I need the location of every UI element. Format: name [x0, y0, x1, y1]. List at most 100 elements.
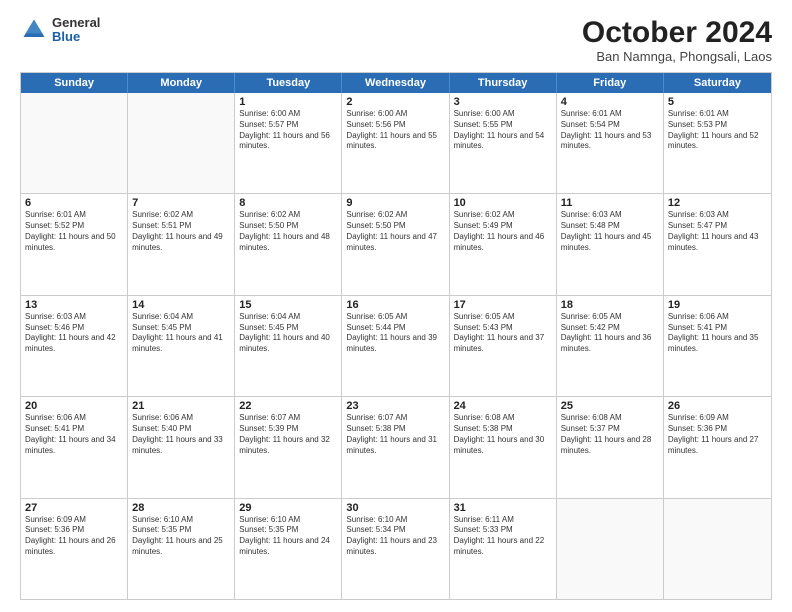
cell-info: Sunrise: 6:03 AM Sunset: 5:46 PM Dayligh… — [25, 312, 123, 355]
day-number: 3 — [454, 96, 552, 108]
cell-info: Sunrise: 6:03 AM Sunset: 5:48 PM Dayligh… — [561, 210, 659, 253]
day-number: 10 — [454, 197, 552, 209]
cal-cell: 20Sunrise: 6:06 AM Sunset: 5:41 PM Dayli… — [21, 397, 128, 497]
cal-cell: 7Sunrise: 6:02 AM Sunset: 5:51 PM Daylig… — [128, 194, 235, 294]
day-number: 15 — [239, 299, 337, 311]
calendar-body: 1Sunrise: 6:00 AM Sunset: 5:57 PM Daylig… — [21, 93, 771, 599]
cal-cell: 27Sunrise: 6:09 AM Sunset: 5:36 PM Dayli… — [21, 499, 128, 599]
cell-info: Sunrise: 6:09 AM Sunset: 5:36 PM Dayligh… — [668, 413, 767, 456]
day-number: 23 — [346, 400, 444, 412]
cell-info: Sunrise: 6:05 AM Sunset: 5:43 PM Dayligh… — [454, 312, 552, 355]
day-number: 17 — [454, 299, 552, 311]
calendar-header: SundayMondayTuesdayWednesdayThursdayFrid… — [21, 73, 771, 93]
header-day-friday: Friday — [557, 73, 664, 93]
cal-cell: 13Sunrise: 6:03 AM Sunset: 5:46 PM Dayli… — [21, 296, 128, 396]
header-day-thursday: Thursday — [450, 73, 557, 93]
cell-info: Sunrise: 6:10 AM Sunset: 5:35 PM Dayligh… — [132, 515, 230, 558]
cal-cell: 19Sunrise: 6:06 AM Sunset: 5:41 PM Dayli… — [664, 296, 771, 396]
cal-cell: 31Sunrise: 6:11 AM Sunset: 5:33 PM Dayli… — [450, 499, 557, 599]
cell-info: Sunrise: 6:00 AM Sunset: 5:56 PM Dayligh… — [346, 109, 444, 152]
cal-cell: 11Sunrise: 6:03 AM Sunset: 5:48 PM Dayli… — [557, 194, 664, 294]
logo-text: General Blue — [52, 16, 100, 45]
day-number: 2 — [346, 96, 444, 108]
day-number: 31 — [454, 502, 552, 514]
day-number: 5 — [668, 96, 767, 108]
logo: General Blue — [20, 16, 100, 45]
cal-cell: 4Sunrise: 6:01 AM Sunset: 5:54 PM Daylig… — [557, 93, 664, 193]
cell-info: Sunrise: 6:07 AM Sunset: 5:38 PM Dayligh… — [346, 413, 444, 456]
cell-info: Sunrise: 6:06 AM Sunset: 5:41 PM Dayligh… — [25, 413, 123, 456]
day-number: 4 — [561, 96, 659, 108]
cal-cell — [664, 499, 771, 599]
cal-cell: 2Sunrise: 6:00 AM Sunset: 5:56 PM Daylig… — [342, 93, 449, 193]
week-row-4: 27Sunrise: 6:09 AM Sunset: 5:36 PM Dayli… — [21, 498, 771, 599]
cell-info: Sunrise: 6:01 AM Sunset: 5:54 PM Dayligh… — [561, 109, 659, 152]
header: General Blue October 2024 Ban Namnga, Ph… — [20, 16, 772, 64]
cal-cell: 18Sunrise: 6:05 AM Sunset: 5:42 PM Dayli… — [557, 296, 664, 396]
cal-cell — [21, 93, 128, 193]
cal-cell: 30Sunrise: 6:10 AM Sunset: 5:34 PM Dayli… — [342, 499, 449, 599]
cell-info: Sunrise: 6:10 AM Sunset: 5:34 PM Dayligh… — [346, 515, 444, 558]
header-day-tuesday: Tuesday — [235, 73, 342, 93]
day-number: 6 — [25, 197, 123, 209]
day-number: 21 — [132, 400, 230, 412]
day-number: 13 — [25, 299, 123, 311]
day-number: 22 — [239, 400, 337, 412]
day-number: 12 — [668, 197, 767, 209]
day-number: 11 — [561, 197, 659, 209]
cal-cell: 22Sunrise: 6:07 AM Sunset: 5:39 PM Dayli… — [235, 397, 342, 497]
day-number: 14 — [132, 299, 230, 311]
cal-cell — [557, 499, 664, 599]
cal-cell: 9Sunrise: 6:02 AM Sunset: 5:50 PM Daylig… — [342, 194, 449, 294]
logo-icon — [20, 16, 48, 44]
cal-cell: 17Sunrise: 6:05 AM Sunset: 5:43 PM Dayli… — [450, 296, 557, 396]
cal-cell: 1Sunrise: 6:00 AM Sunset: 5:57 PM Daylig… — [235, 93, 342, 193]
cal-cell: 3Sunrise: 6:00 AM Sunset: 5:55 PM Daylig… — [450, 93, 557, 193]
cal-cell: 14Sunrise: 6:04 AM Sunset: 5:45 PM Dayli… — [128, 296, 235, 396]
day-number: 16 — [346, 299, 444, 311]
cell-info: Sunrise: 6:00 AM Sunset: 5:57 PM Dayligh… — [239, 109, 337, 152]
cell-info: Sunrise: 6:08 AM Sunset: 5:37 PM Dayligh… — [561, 413, 659, 456]
cell-info: Sunrise: 6:06 AM Sunset: 5:40 PM Dayligh… — [132, 413, 230, 456]
logo-blue-label: Blue — [52, 30, 100, 44]
day-number: 1 — [239, 96, 337, 108]
cell-info: Sunrise: 6:07 AM Sunset: 5:39 PM Dayligh… — [239, 413, 337, 456]
day-number: 19 — [668, 299, 767, 311]
cal-cell: 10Sunrise: 6:02 AM Sunset: 5:49 PM Dayli… — [450, 194, 557, 294]
day-number: 25 — [561, 400, 659, 412]
cell-info: Sunrise: 6:00 AM Sunset: 5:55 PM Dayligh… — [454, 109, 552, 152]
cell-info: Sunrise: 6:02 AM Sunset: 5:49 PM Dayligh… — [454, 210, 552, 253]
day-number: 8 — [239, 197, 337, 209]
cal-cell: 5Sunrise: 6:01 AM Sunset: 5:53 PM Daylig… — [664, 93, 771, 193]
day-number: 7 — [132, 197, 230, 209]
week-row-3: 20Sunrise: 6:06 AM Sunset: 5:41 PM Dayli… — [21, 396, 771, 497]
cell-info: Sunrise: 6:02 AM Sunset: 5:50 PM Dayligh… — [346, 210, 444, 253]
day-number: 26 — [668, 400, 767, 412]
header-day-sunday: Sunday — [21, 73, 128, 93]
calendar: SundayMondayTuesdayWednesdayThursdayFrid… — [20, 72, 772, 600]
day-number: 24 — [454, 400, 552, 412]
day-number: 30 — [346, 502, 444, 514]
cal-cell: 29Sunrise: 6:10 AM Sunset: 5:35 PM Dayli… — [235, 499, 342, 599]
cal-cell: 15Sunrise: 6:04 AM Sunset: 5:45 PM Dayli… — [235, 296, 342, 396]
week-row-0: 1Sunrise: 6:00 AM Sunset: 5:57 PM Daylig… — [21, 93, 771, 193]
cal-cell: 21Sunrise: 6:06 AM Sunset: 5:40 PM Dayli… — [128, 397, 235, 497]
cal-cell: 26Sunrise: 6:09 AM Sunset: 5:36 PM Dayli… — [664, 397, 771, 497]
day-number: 9 — [346, 197, 444, 209]
cal-cell: 24Sunrise: 6:08 AM Sunset: 5:38 PM Dayli… — [450, 397, 557, 497]
cell-info: Sunrise: 6:04 AM Sunset: 5:45 PM Dayligh… — [239, 312, 337, 355]
cal-cell: 28Sunrise: 6:10 AM Sunset: 5:35 PM Dayli… — [128, 499, 235, 599]
day-number: 18 — [561, 299, 659, 311]
cal-cell: 16Sunrise: 6:05 AM Sunset: 5:44 PM Dayli… — [342, 296, 449, 396]
cell-info: Sunrise: 6:01 AM Sunset: 5:53 PM Dayligh… — [668, 109, 767, 152]
title-block: October 2024 Ban Namnga, Phongsali, Laos — [582, 16, 772, 64]
cell-info: Sunrise: 6:06 AM Sunset: 5:41 PM Dayligh… — [668, 312, 767, 355]
month-title: October 2024 — [582, 16, 772, 49]
header-day-wednesday: Wednesday — [342, 73, 449, 93]
cell-info: Sunrise: 6:04 AM Sunset: 5:45 PM Dayligh… — [132, 312, 230, 355]
week-row-1: 6Sunrise: 6:01 AM Sunset: 5:52 PM Daylig… — [21, 193, 771, 294]
cell-info: Sunrise: 6:08 AM Sunset: 5:38 PM Dayligh… — [454, 413, 552, 456]
cal-cell: 8Sunrise: 6:02 AM Sunset: 5:50 PM Daylig… — [235, 194, 342, 294]
cell-info: Sunrise: 6:09 AM Sunset: 5:36 PM Dayligh… — [25, 515, 123, 558]
cell-info: Sunrise: 6:11 AM Sunset: 5:33 PM Dayligh… — [454, 515, 552, 558]
